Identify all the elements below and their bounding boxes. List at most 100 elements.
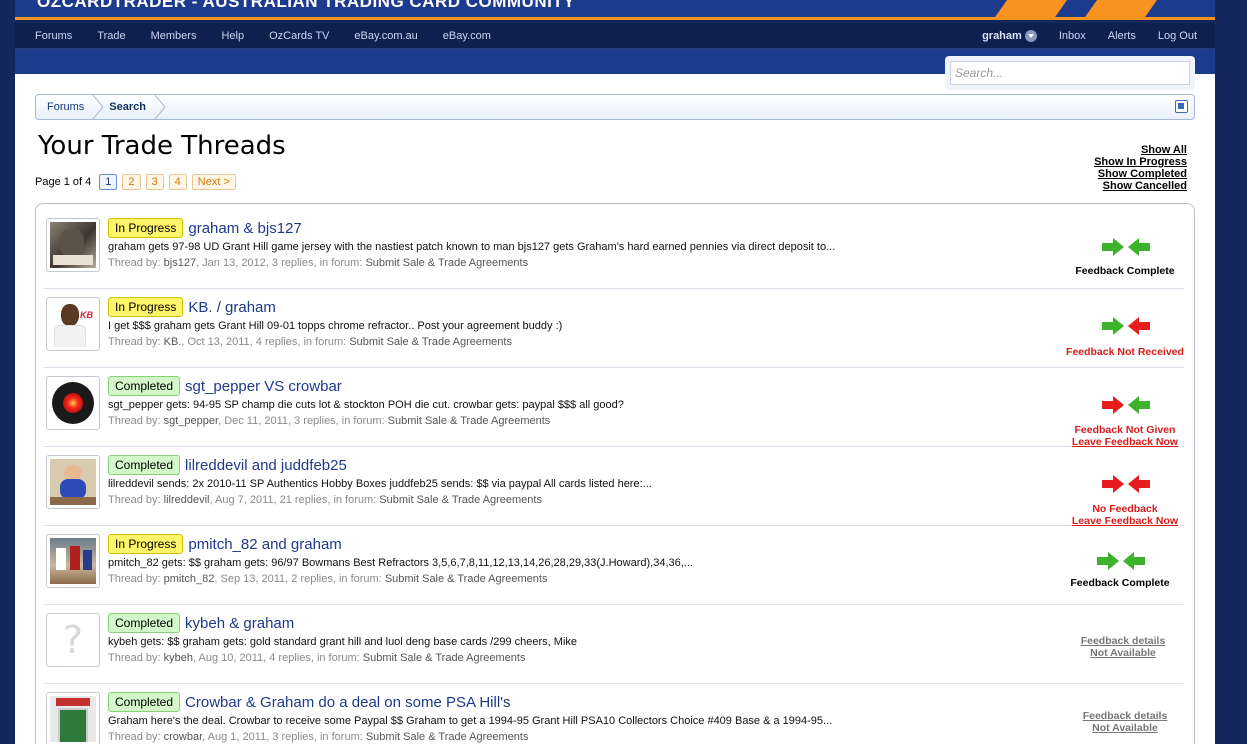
site-banner: OZCARDTRADER - AUSTRALIAN TRADING CARD C… [15, 0, 1215, 20]
avatar[interactable] [46, 455, 100, 509]
thread-row: In Progress pmitch_82 and graham pmitch_… [44, 526, 1184, 605]
feedback-details-label: Feedback details [1080, 635, 1166, 647]
avatar[interactable]: KB [46, 297, 100, 351]
status-badge: Completed [108, 376, 181, 396]
thread-forum-link[interactable]: Submit Sale & Trade Agreements [366, 731, 529, 743]
main-nav: Forums Trade Members Help OzCards TV eBa… [15, 23, 1215, 49]
thread-meta: Thread by: kybeh, Aug 10, 2011, 4 replie… [108, 652, 526, 664]
thread-row: KB In Progress KB. / graham I get $$$ gr… [44, 289, 1184, 368]
arrow-right-red-icon [1102, 475, 1124, 493]
breadcrumb-forums[interactable]: Forums [36, 95, 104, 119]
page-4-button[interactable]: 4 [168, 174, 187, 190]
thread-meta: Thread by: pmitch_82, Sep 13, 2011, 2 re… [108, 573, 548, 585]
thread-author-link[interactable]: pmitch_82 [164, 573, 215, 585]
thread-forum-link[interactable]: Submit Sale & Trade Agreements [365, 257, 528, 269]
thread-meta: Thread by: crowbar, Aug 1, 2011, 3 repli… [108, 731, 529, 743]
thread-title-link[interactable]: kybeh & graham [185, 615, 294, 632]
thread-snippet: Graham here's the deal. Crowbar to recei… [108, 715, 833, 727]
nav-inbox[interactable]: Inbox [1059, 30, 1086, 42]
thread-title-link[interactable]: Crowbar & Graham do a deal on some PSA H… [185, 694, 511, 711]
status-badge: Completed [108, 455, 181, 475]
thread-author-link[interactable]: kybeh [164, 652, 193, 664]
feedback-status: Feedback Complete [1059, 526, 1194, 605]
feedback-label: Feedback Complete [1070, 577, 1170, 589]
status-badge: In Progress [108, 534, 184, 554]
page-label: Page 1 of 4 [35, 176, 92, 188]
page-1-button[interactable]: 1 [99, 174, 118, 190]
breadcrumb-search[interactable]: Search [98, 95, 166, 119]
avatar[interactable] [46, 376, 100, 430]
thread-meta: Thread by: bjs127, Jan 13, 2012, 3 repli… [108, 257, 529, 269]
thread-snippet: sgt_pepper gets: 94-95 SP champ die cuts… [108, 399, 624, 411]
thread-forum-link[interactable]: Submit Sale & Trade Agreements [349, 336, 512, 348]
thread-row: Completed lilreddevil and juddfeb25 lilr… [44, 447, 1184, 527]
thread-list: In Progress graham & bjs127 graham gets … [35, 203, 1195, 744]
thread-meta: Thread by: sgt_pepper, Dec 11, 2011, 3 r… [108, 415, 551, 427]
filter-cancelled[interactable]: Show Cancelled [1094, 180, 1187, 192]
avatar[interactable] [46, 218, 100, 272]
avatar[interactable] [46, 692, 100, 744]
nav-help[interactable]: Help [221, 30, 244, 42]
nav-ebay-com[interactable]: eBay.com [443, 30, 491, 42]
chevron-down-icon [1024, 30, 1037, 42]
next-page-button[interactable]: Next > [191, 174, 236, 190]
thread-title-link[interactable]: lilreddevil and juddfeb25 [185, 457, 347, 474]
thread-author-link[interactable]: KB. [164, 336, 182, 348]
thread-forum-link[interactable]: Submit Sale & Trade Agreements [385, 573, 548, 585]
feedback-status: Feedback Not Given Leave Feedback Now [1059, 368, 1194, 448]
page-title: Your Trade Threads [38, 131, 286, 161]
feedback-status: Feedback Not Received [1059, 289, 1194, 368]
thread-forum-link[interactable]: Submit Sale & Trade Agreements [388, 415, 551, 427]
thread-snippet: pmitch_82 gets: $$ graham gets: 96/97 Bo… [108, 557, 693, 569]
thread-snippet: I get $$$ graham gets Grant Hill 09-01 t… [108, 320, 563, 332]
nav-forums[interactable]: Forums [35, 30, 72, 42]
arrow-left-green-icon [1128, 238, 1150, 256]
arrow-left-green-icon [1128, 396, 1150, 414]
nav-alerts[interactable]: Alerts [1108, 30, 1136, 42]
nav-trade[interactable]: Trade [97, 30, 125, 42]
avatar[interactable]: ? [46, 613, 100, 667]
jump-to-page-icon[interactable] [1175, 100, 1188, 113]
placeholder-avatar-icon: ? [62, 618, 84, 662]
filter-in-progress[interactable]: Show In Progress [1094, 156, 1187, 168]
thread-author-link[interactable]: bjs127 [164, 257, 196, 269]
feedback-details-label: Feedback details [1082, 710, 1168, 722]
nav-ebay-au[interactable]: eBay.com.au [354, 30, 417, 42]
nav-ozcards-tv[interactable]: OzCards TV [269, 30, 329, 42]
thread-forum-link[interactable]: Submit Sale & Trade Agreements [379, 494, 542, 506]
arrow-right-green-icon [1102, 317, 1124, 335]
filter-completed[interactable]: Show Completed [1094, 168, 1187, 180]
search-box [945, 56, 1195, 90]
feedback-status: No Feedback Leave Feedback Now [1059, 447, 1194, 527]
feedback-label: Feedback Not Received [1066, 346, 1184, 358]
feedback-status: Feedback Complete [1059, 210, 1194, 289]
thread-author-link[interactable]: sgt_pepper [164, 415, 218, 427]
search-input[interactable] [950, 61, 1190, 85]
page-3-button[interactable]: 3 [145, 174, 164, 190]
feedback-unavailable-label: Not Available [1092, 722, 1158, 734]
arrow-left-red-icon [1128, 475, 1150, 493]
user-menu[interactable]: graham [982, 30, 1037, 42]
thread-title-link[interactable]: KB. / graham [188, 299, 276, 316]
page-2-button[interactable]: 2 [122, 174, 141, 190]
feedback-label: No Feedback [1092, 503, 1158, 515]
thread-row: Completed sgt_pepper VS crowbar sgt_pepp… [44, 368, 1184, 448]
thread-snippet: lilreddevil sends: 2x 2010-11 SP Authent… [108, 478, 652, 490]
avatar[interactable] [46, 534, 100, 588]
thread-row: In Progress graham & bjs127 graham gets … [44, 210, 1184, 289]
feedback-unavailable-label: Not Available [1090, 647, 1156, 659]
feedback-label: Feedback Not Given [1074, 424, 1176, 436]
arrow-left-red-icon [1128, 317, 1150, 335]
thread-title-link[interactable]: graham & bjs127 [188, 220, 301, 237]
nav-members[interactable]: Members [151, 30, 197, 42]
thread-title-link[interactable]: sgt_pepper VS crowbar [185, 378, 342, 395]
thread-author-link[interactable]: crowbar [164, 731, 203, 743]
arrow-right-green-icon [1102, 238, 1124, 256]
thread-title-link[interactable]: pmitch_82 and graham [188, 536, 341, 553]
filter-show-all[interactable]: Show All [1094, 144, 1187, 156]
thread-author-link[interactable]: lilreddevil [164, 494, 210, 506]
thread-meta: Thread by: KB., Oct 13, 2011, 4 replies,… [108, 336, 512, 348]
thread-forum-link[interactable]: Submit Sale & Trade Agreements [363, 652, 526, 664]
banner-stripe [1082, 0, 1158, 17]
nav-logout[interactable]: Log Out [1158, 30, 1197, 42]
